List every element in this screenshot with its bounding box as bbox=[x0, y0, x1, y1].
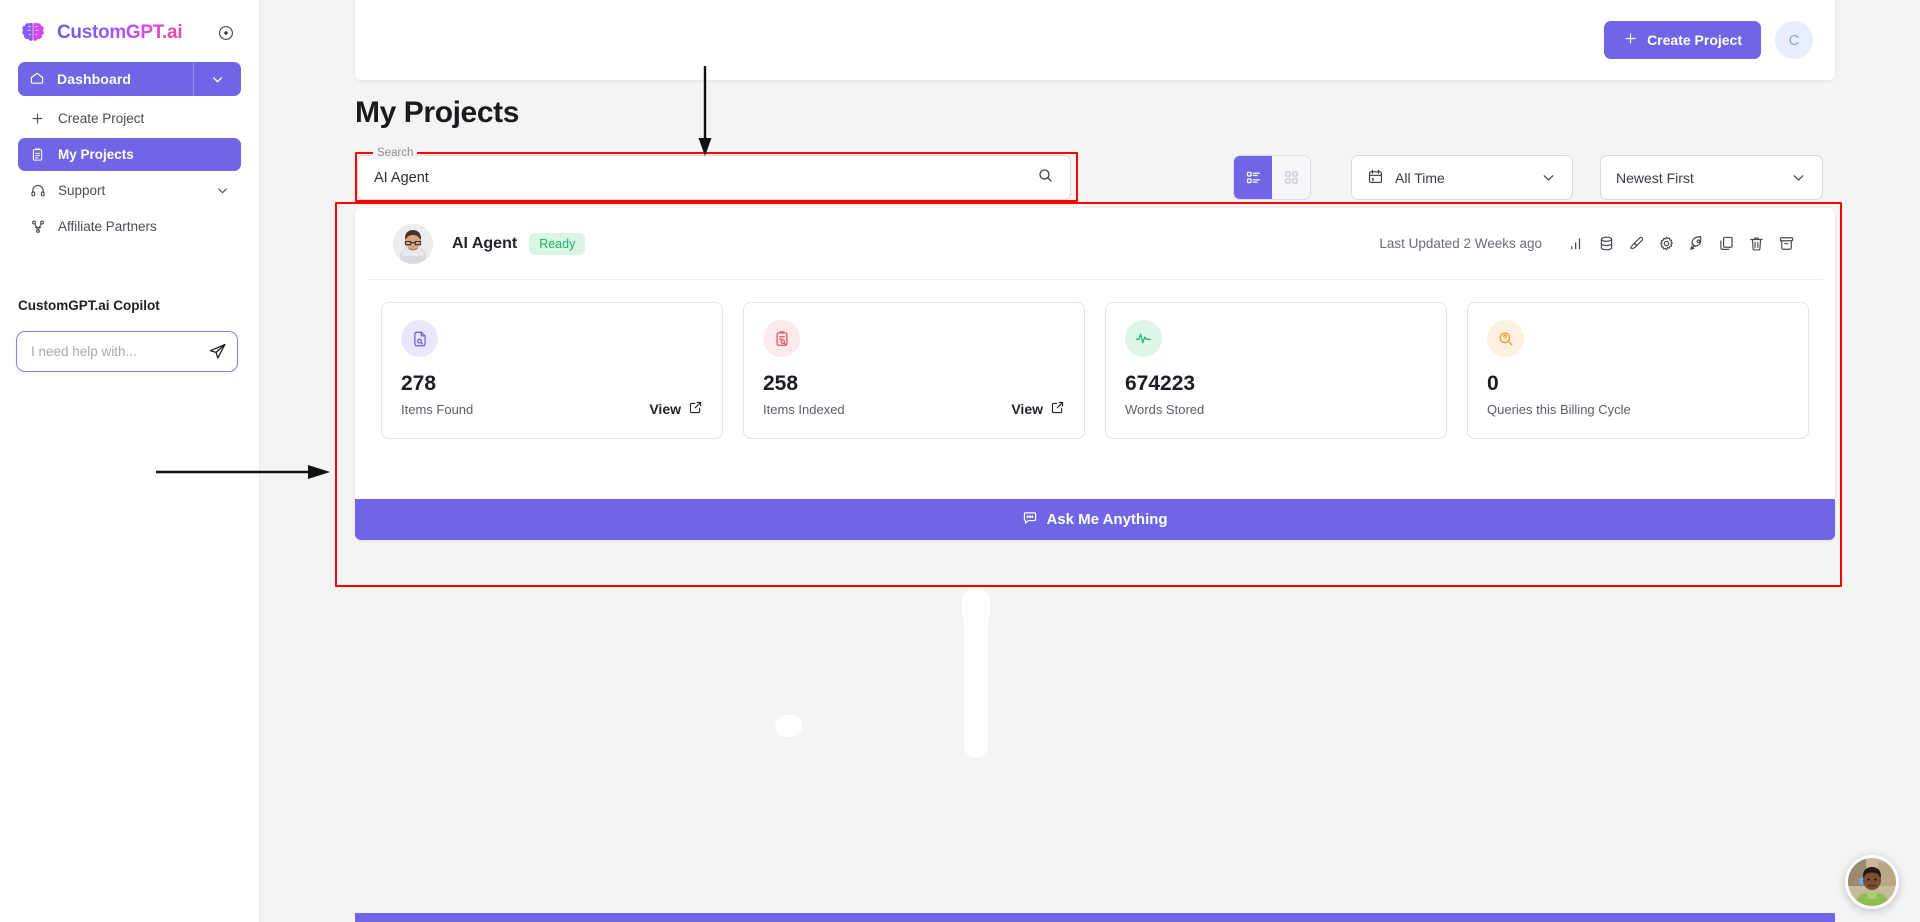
sort-order-value: Newest First bbox=[1616, 169, 1694, 186]
archive-icon[interactable] bbox=[1778, 235, 1795, 252]
brand-name: CustomGPT.ai bbox=[57, 22, 183, 43]
support-chevron-down-icon[interactable] bbox=[215, 183, 230, 198]
view-items-found-link[interactable]: View bbox=[649, 400, 703, 418]
project-stats-row: 278 Items Found View 258 Items Indexed V… bbox=[355, 280, 1835, 439]
external-link-icon bbox=[688, 400, 703, 418]
create-project-label: Create Project bbox=[1647, 32, 1742, 48]
view-label: View bbox=[649, 401, 681, 417]
sidebar-item-label-support: Support bbox=[58, 183, 106, 198]
info-circle-icon[interactable] bbox=[217, 24, 235, 42]
sidebar-item-support[interactable]: Support bbox=[18, 174, 241, 207]
support-chat-avatar[interactable] bbox=[1845, 855, 1899, 909]
time-range-select[interactable]: All Time bbox=[1351, 155, 1573, 200]
stat-value: 674223 bbox=[1125, 372, 1196, 395]
project-name: AI Agent bbox=[452, 234, 518, 252]
time-range-value: All Time bbox=[1395, 169, 1445, 186]
home-icon bbox=[29, 70, 45, 89]
status-badge: Ready bbox=[529, 232, 586, 255]
stat-label: Items Found bbox=[401, 402, 474, 417]
external-link-icon bbox=[1050, 400, 1065, 418]
paintbrush-icon[interactable] bbox=[1628, 235, 1645, 252]
brand-header: CustomGPT.ai bbox=[0, 0, 259, 56]
sidebar-item-my-projects[interactable]: My Projects bbox=[18, 138, 241, 171]
activity-pulse-icon bbox=[1125, 320, 1162, 357]
next-project-ask-bar[interactable] bbox=[355, 913, 1835, 922]
stat-card-items-found: 278 Items Found View bbox=[381, 302, 723, 439]
share-nodes-icon bbox=[29, 219, 46, 235]
stat-card-items-indexed: 258 Items Indexed View bbox=[743, 302, 1085, 439]
copilot-title: CustomGPT.ai Copilot bbox=[18, 298, 160, 313]
user-avatar[interactable]: C bbox=[1775, 21, 1813, 59]
file-search-icon bbox=[401, 320, 438, 357]
last-updated-text: Last Updated 2 Weeks ago bbox=[1379, 236, 1542, 251]
query-search-icon bbox=[1487, 320, 1524, 357]
rocket-icon[interactable] bbox=[1688, 235, 1705, 252]
search-field-wrapper[interactable] bbox=[357, 155, 1071, 200]
trash-icon[interactable] bbox=[1748, 235, 1765, 252]
stat-card-queries-billing-cycle: 0 Queries this Billing Cycle bbox=[1467, 302, 1809, 439]
project-card-header: AI Agent Ready Last Updated 2 Weeks ago bbox=[367, 208, 1823, 280]
gear-icon[interactable] bbox=[1658, 235, 1675, 252]
loading-skeleton-bump bbox=[962, 588, 990, 626]
view-toggle-group[interactable] bbox=[1233, 155, 1311, 200]
stat-value: 258 bbox=[763, 372, 799, 395]
stat-card-words-stored: 674223 Words Stored bbox=[1105, 302, 1447, 439]
page-title: My Projects bbox=[355, 96, 519, 129]
send-paper-plane-icon[interactable] bbox=[208, 342, 227, 361]
stat-label: Words Stored bbox=[1125, 402, 1205, 417]
search-icon[interactable] bbox=[1037, 167, 1054, 189]
copy-icon[interactable] bbox=[1718, 235, 1735, 252]
search-field-label: Search bbox=[373, 147, 418, 159]
list-view-icon[interactable] bbox=[1234, 156, 1272, 199]
sidebar-item-label-affiliate-partners: Affiliate Partners bbox=[58, 219, 157, 234]
clipboard-search-icon bbox=[763, 320, 800, 357]
sort-order-select[interactable]: Newest First bbox=[1600, 155, 1823, 200]
search-input[interactable] bbox=[374, 169, 1037, 186]
stat-value: 0 bbox=[1487, 372, 1499, 395]
project-card: AI Agent Ready Last Updated 2 Weeks ago bbox=[355, 208, 1835, 540]
loading-skeleton-pill bbox=[775, 715, 802, 737]
project-action-icons bbox=[1568, 235, 1795, 252]
copilot-input[interactable] bbox=[31, 344, 208, 359]
app-root: CustomGPT.ai Dashboard Create Project My… bbox=[0, 0, 1920, 922]
copilot-input-wrapper[interactable] bbox=[16, 331, 238, 372]
view-label: View bbox=[1011, 401, 1043, 417]
view-items-indexed-link[interactable]: View bbox=[1011, 400, 1065, 418]
avatar bbox=[393, 223, 433, 264]
ask-me-anything-label: Ask Me Anything bbox=[1046, 511, 1168, 528]
sidebar-item-label-create-project: Create Project bbox=[58, 111, 145, 126]
clipboard-icon bbox=[29, 147, 46, 162]
sidebar-nav: Dashboard Create Project My Projects Sup… bbox=[0, 56, 259, 243]
chevron-down-icon bbox=[1540, 169, 1557, 186]
plus-icon bbox=[29, 111, 46, 126]
sidebar-item-label-my-projects: My Projects bbox=[58, 147, 134, 162]
chevron-down-icon bbox=[1790, 169, 1807, 186]
headset-icon bbox=[29, 183, 46, 199]
sidebar-item-create-project[interactable]: Create Project bbox=[18, 102, 241, 135]
create-project-button[interactable]: Create Project bbox=[1604, 21, 1761, 59]
user-avatar-initial: C bbox=[1788, 31, 1800, 49]
stat-label: Items Indexed bbox=[763, 402, 845, 417]
stat-value: 278 bbox=[401, 372, 437, 395]
plus-icon bbox=[1623, 31, 1638, 49]
top-bar: Create Project C bbox=[355, 0, 1835, 80]
stat-label: Queries this Billing Cycle bbox=[1487, 402, 1631, 417]
dashboard-chevron-down-icon[interactable] bbox=[193, 62, 241, 96]
grid-view-icon[interactable] bbox=[1272, 156, 1310, 199]
calendar-icon bbox=[1367, 168, 1384, 188]
sidebar: CustomGPT.ai Dashboard Create Project My… bbox=[0, 0, 260, 922]
database-icon[interactable] bbox=[1598, 235, 1615, 252]
sidebar-item-dashboard[interactable]: Dashboard bbox=[18, 62, 241, 96]
sidebar-item-affiliate-partners[interactable]: Affiliate Partners bbox=[18, 210, 241, 243]
sidebar-item-label-dashboard: Dashboard bbox=[57, 71, 132, 87]
analytics-bar-chart-icon[interactable] bbox=[1568, 235, 1585, 252]
chat-bubble-icon bbox=[1022, 510, 1038, 530]
ask-me-anything-button[interactable]: Ask Me Anything bbox=[355, 499, 1835, 540]
customgpt-brain-logo-icon bbox=[18, 18, 48, 48]
